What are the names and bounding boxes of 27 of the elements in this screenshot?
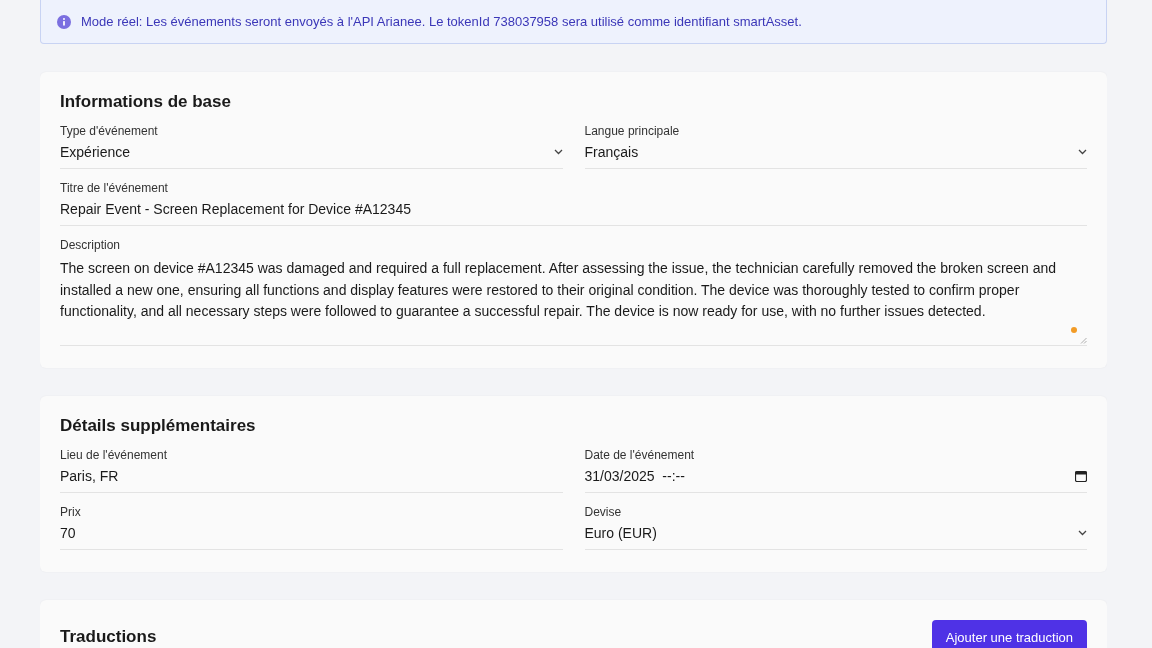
field-label: Titre de l'événement [60,181,169,195]
text-field[interactable]: Repair Event - Screen Replacement for Device #A12345 [60,198,1087,226]
text-field[interactable]: Paris, FR [60,464,563,493]
field-label: Type d'événement [60,124,159,138]
field-label: Langue principale [584,124,681,138]
select-field[interactable]: Expérience [60,141,563,169]
text-field[interactable]: 70 [60,521,563,550]
section-title: Traductions [60,627,157,647]
select-field[interactable]: Euro (EUR) [584,521,1087,550]
chevron-icon [553,149,563,155]
field-label: Devise [584,504,623,519]
description-field[interactable]: The screen on device #A12345 was damaged and required a full replacement. After assessing the issue, the technician carefully removed the broken screen and installed a new one, ensuring all functions and display features were restored to their original condition. The device was thoroughly tested to confirm proper functionality, and all necessary steps were followed to guarantee a successful repair. The device is now ready for use, with no further issues detected. [60,255,1087,346]
select-field[interactable]: Français [584,141,1087,169]
info-icon [57,14,71,29]
field-label: Date de l'événement [584,447,696,462]
field-label: Prix [60,504,82,519]
chevron-icon [1078,149,1087,155]
resize-handle-icon [1080,336,1087,344]
section-title: Détails supplémentaires [60,415,256,436]
field-label: Lieu de l'événement [60,447,169,462]
info-message: Mode réel: Les événements seront envoyés à l'API Arianee. Le tokenId 738037958 sera utilisé comme identifiant smartAsset. [81,14,802,29]
calendar-icon [1075,469,1087,482]
add-translation-button[interactable]: Ajouter une traduction [931,619,1087,648]
date-field[interactable]: 31/03/2025 --:-- [584,464,1087,493]
section-title: Informations de base [60,92,231,112]
chevron-icon [1078,529,1087,536]
field-label: Description [60,238,122,252]
